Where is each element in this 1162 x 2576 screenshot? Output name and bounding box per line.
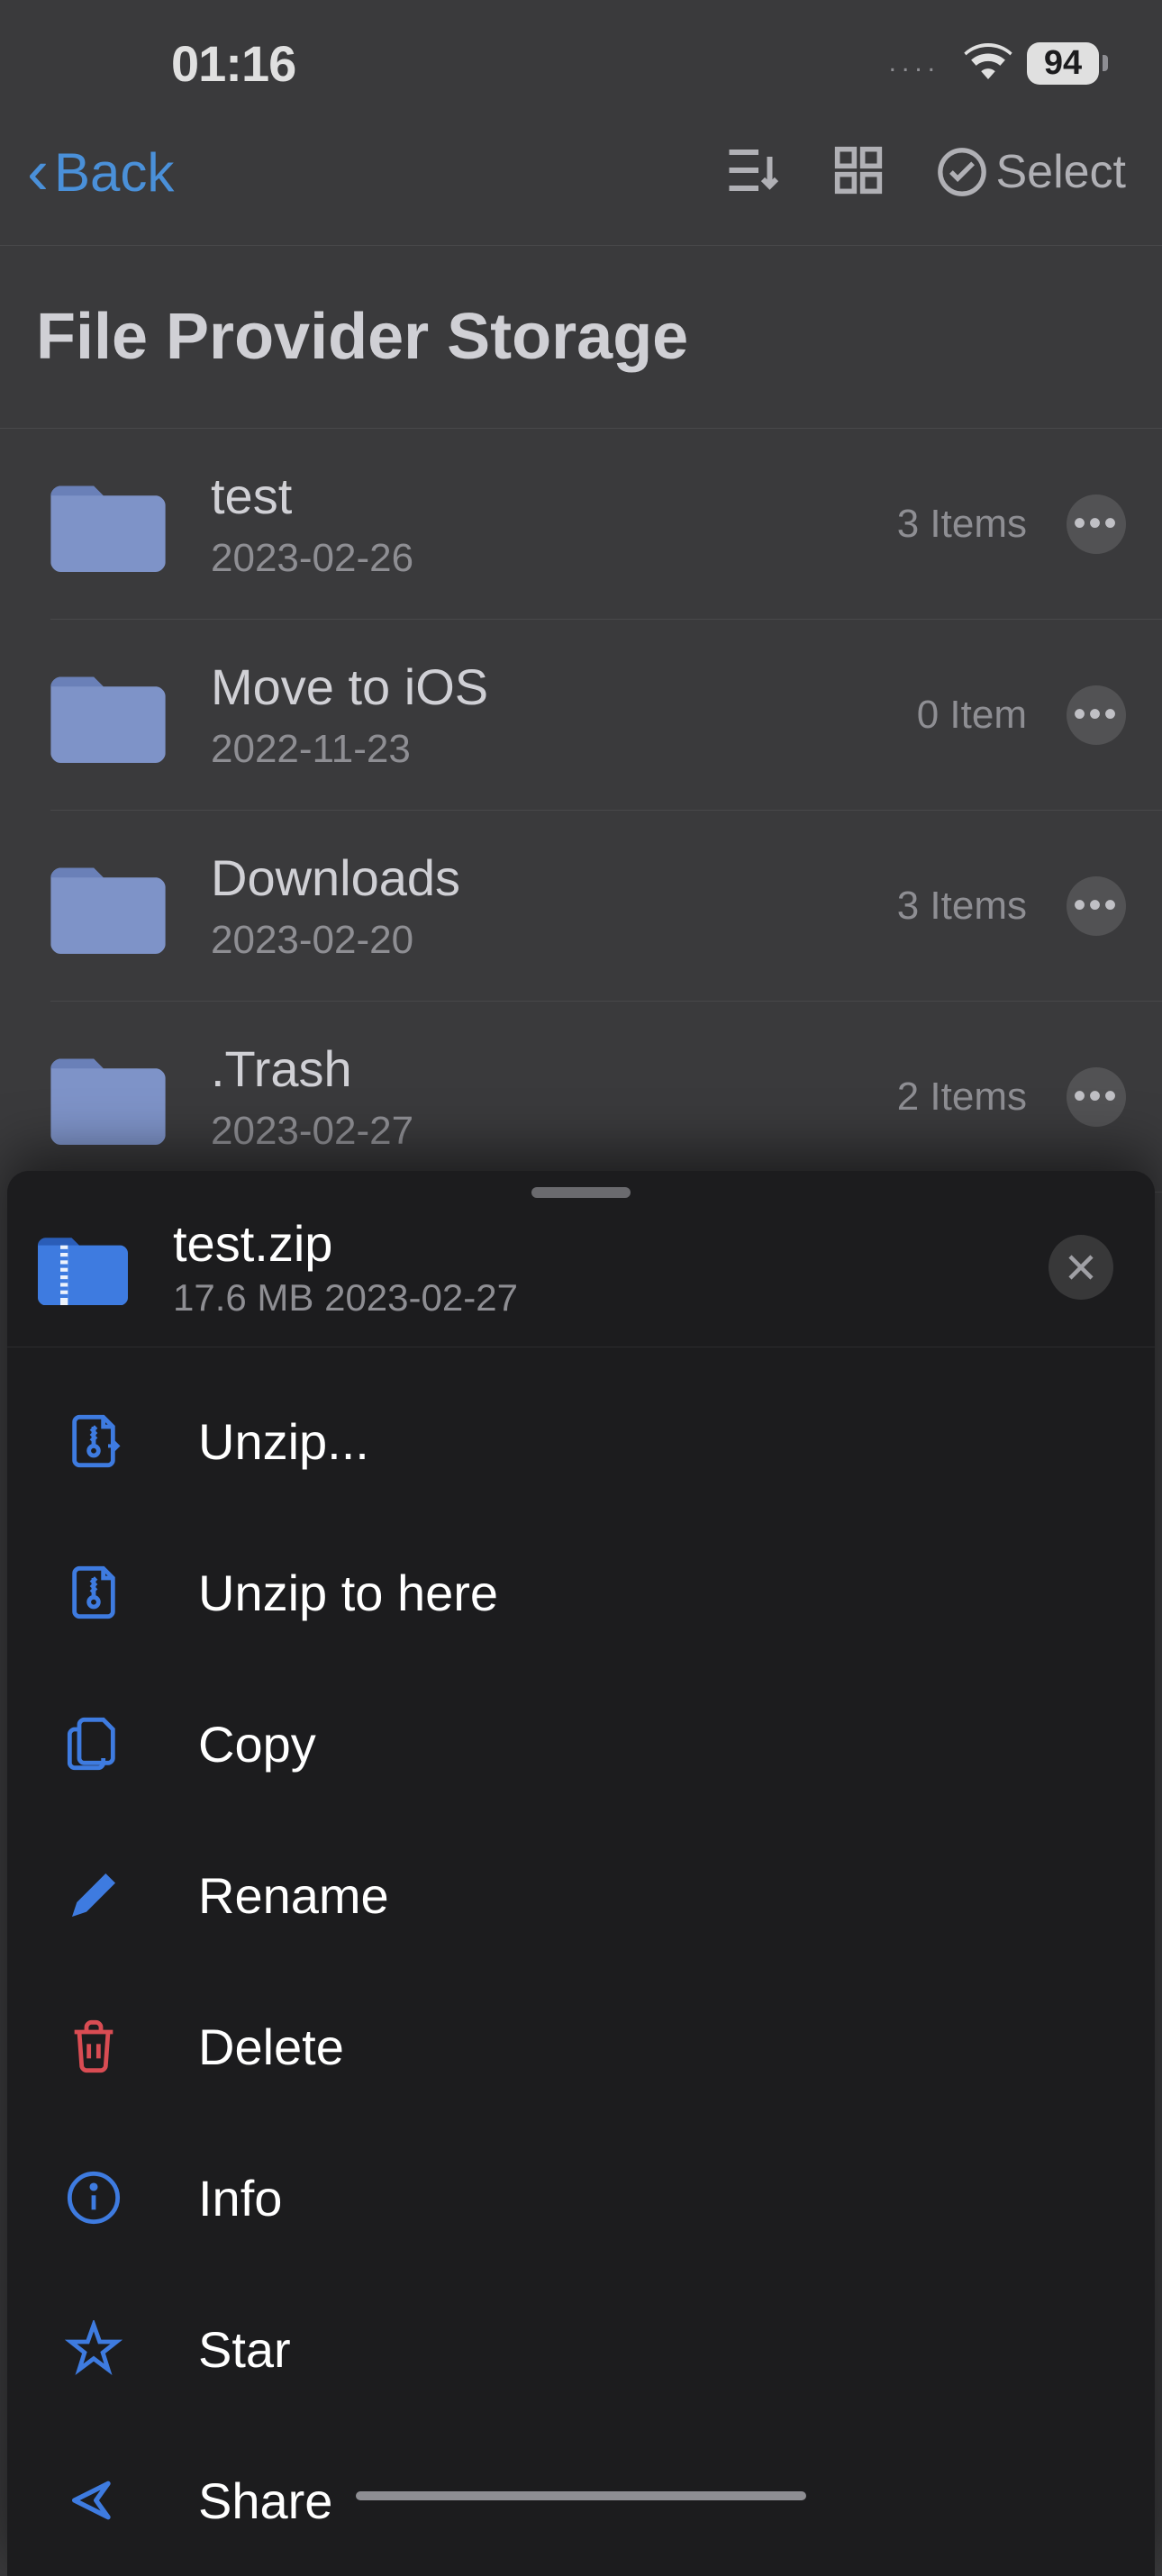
nav-bar: ‹ Back: [0, 108, 1162, 246]
pencil-icon: [61, 1863, 126, 1927]
file-name: Move to iOS: [211, 658, 872, 716]
more-button[interactable]: •••: [1067, 494, 1126, 554]
action-label: Copy: [198, 1715, 316, 1773]
delete-action[interactable]: Delete: [7, 1971, 1155, 2122]
copy-icon: [61, 1711, 126, 1776]
more-button[interactable]: •••: [1067, 1067, 1126, 1127]
signal-dots-icon: ....: [889, 48, 940, 78]
file-date: 2023-02-27: [211, 1109, 852, 1154]
action-label: Unzip to here: [198, 1564, 498, 1622]
item-count: 3 Items: [897, 502, 1027, 547]
list-item[interactable]: Move to iOS 2022-11-23 0 Item •••: [50, 620, 1162, 811]
trash-icon: [61, 2014, 126, 2079]
item-count: 3 Items: [897, 884, 1027, 929]
action-sheet: test.zip 17.6 MB 2023-02-27 Unzip...: [7, 1171, 1155, 2576]
list-item[interactable]: .Trash 2023-02-27 2 Items •••: [50, 1002, 1162, 1193]
home-indicator[interactable]: [356, 2491, 806, 2500]
unzip-here-action[interactable]: Unzip to here: [7, 1517, 1155, 1668]
file-list: test 2023-02-26 3 Items ••• Move to iOS …: [0, 429, 1162, 1193]
more-button[interactable]: •••: [1067, 876, 1126, 936]
star-icon: [61, 2317, 126, 2381]
back-button[interactable]: ‹ Back: [27, 135, 174, 209]
star-action[interactable]: Star: [7, 2273, 1155, 2425]
wifi-icon: [964, 43, 1012, 84]
sheet-file-name: test.zip: [173, 1214, 1003, 1273]
file-date: 2022-11-23: [211, 727, 872, 772]
action-label: Unzip...: [198, 1412, 369, 1471]
folder-icon: [50, 476, 166, 572]
more-button[interactable]: •••: [1067, 685, 1126, 745]
back-label: Back: [54, 141, 174, 204]
action-label: Star: [198, 2320, 291, 2379]
share-icon: [61, 2468, 126, 2533]
file-date: 2023-02-26: [211, 536, 852, 581]
action-label: Delete: [198, 2018, 344, 2076]
rename-action[interactable]: Rename: [7, 1819, 1155, 1971]
unzip-here-icon: [61, 1560, 126, 1625]
file-name: .Trash: [211, 1039, 852, 1098]
drag-handle[interactable]: [531, 1187, 631, 1198]
file-date: 2023-02-20: [211, 918, 852, 963]
unzip-icon: [61, 1409, 126, 1474]
copy-action[interactable]: Copy: [7, 1668, 1155, 1819]
status-time: 01:16: [171, 34, 295, 93]
select-button[interactable]: Select: [936, 145, 1126, 199]
action-label: Rename: [198, 1866, 389, 1925]
list-item[interactable]: test 2023-02-26 3 Items •••: [50, 429, 1162, 620]
item-count: 0 Item: [917, 693, 1027, 738]
sheet-header: test.zip 17.6 MB 2023-02-27: [7, 1205, 1155, 1347]
checkmark-circle-icon: [936, 146, 988, 198]
page-title: File Provider Storage: [0, 246, 1162, 429]
item-count: 2 Items: [897, 1075, 1027, 1120]
folder-icon: [50, 858, 166, 954]
battery-level: 94: [1027, 42, 1099, 85]
sort-icon[interactable]: [727, 145, 781, 200]
info-action[interactable]: Info: [7, 2122, 1155, 2273]
unzip-action[interactable]: Unzip...: [7, 1365, 1155, 1517]
file-name: Downloads: [211, 848, 852, 907]
share-action[interactable]: Share: [7, 2425, 1155, 2576]
chevron-left-icon: ‹: [27, 135, 49, 209]
sheet-file-meta: 17.6 MB 2023-02-27: [173, 1276, 1003, 1320]
action-label: Share: [198, 2472, 332, 2530]
folder-icon: [50, 667, 166, 763]
select-label: Select: [995, 145, 1126, 199]
grid-icon[interactable]: [831, 145, 885, 200]
close-icon: [1065, 1251, 1097, 1283]
close-button[interactable]: [1049, 1235, 1113, 1300]
action-label: Info: [198, 2169, 282, 2227]
list-item[interactable]: Downloads 2023-02-20 3 Items •••: [50, 811, 1162, 1002]
folder-icon: [50, 1049, 166, 1145]
zip-file-icon: [38, 1230, 128, 1304]
status-bar: 01:16 .... 94: [0, 0, 1162, 108]
file-name: test: [211, 467, 852, 525]
info-icon: [61, 2165, 126, 2230]
